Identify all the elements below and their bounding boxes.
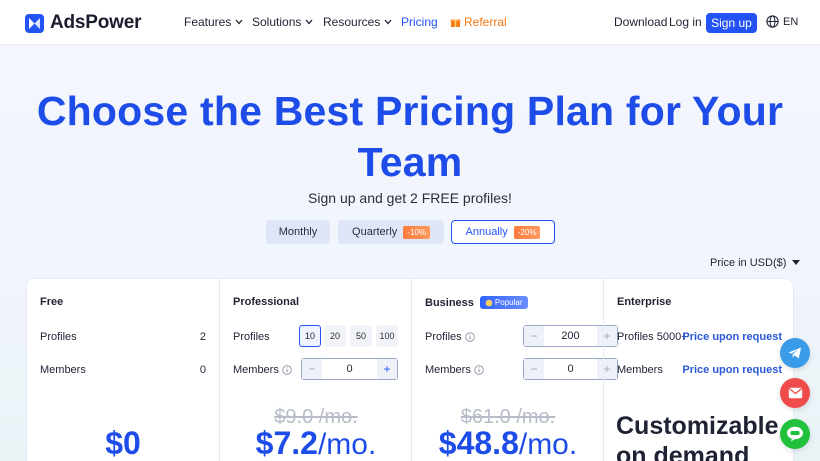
discount-badge: -10% [403, 225, 430, 239]
nav-referral[interactable]: Referral [450, 15, 507, 29]
profiles-label: Profiles [425, 331, 475, 343]
info-icon[interactable] [464, 332, 475, 342]
brand-name: AdsPower [50, 12, 142, 33]
profiles-price-request[interactable]: Price upon request [682, 331, 782, 343]
members-input[interactable]: 0 [544, 363, 597, 375]
plan-price-period: /mo. [518, 428, 578, 461]
discount-badge: -20% [513, 225, 541, 239]
profiles-label: Profiles [40, 331, 77, 343]
members-label-text: Members [425, 364, 471, 376]
currency-selector[interactable]: Price in USD($) [710, 257, 801, 269]
telegram-icon [788, 347, 801, 359]
globe-icon [766, 15, 779, 28]
profiles-value: 2 [199, 331, 206, 343]
mail-icon [788, 387, 802, 399]
nav-download[interactable]: Download [614, 15, 667, 29]
plan-price-period: /mo. [317, 428, 377, 461]
chevron-down-icon [235, 19, 243, 25]
popular-badge: Popular [479, 296, 528, 309]
profiles-label: Profiles [233, 331, 270, 343]
profile-preset-10[interactable]: 10 [299, 325, 321, 347]
decrement-button[interactable]: − [302, 359, 322, 379]
line-icon [787, 426, 803, 442]
members-label-text: Members [233, 364, 279, 376]
line-button[interactable] [780, 419, 810, 449]
hand-icon [485, 299, 493, 306]
members-value: 0 [199, 364, 206, 376]
info-icon[interactable] [474, 365, 484, 375]
plan-price: $7.2/mo. [220, 425, 412, 461]
nav-solutions[interactable]: Solutions [252, 15, 313, 29]
nav-solutions-label: Solutions [252, 15, 302, 29]
members-input[interactable]: 0 [322, 363, 377, 375]
profiles-label: Profiles 5000+ [617, 331, 688, 343]
gift-icon [450, 19, 461, 27]
currency-label: Price in USD($) [710, 257, 787, 269]
caret-down-icon [792, 260, 801, 265]
language-label: EN [783, 15, 799, 28]
nav-features[interactable]: Features [184, 15, 243, 29]
plan-name-text: Business [425, 296, 474, 309]
members-price-request[interactable]: Price upon request [682, 364, 782, 376]
plan-name: Free [40, 296, 64, 308]
profiles-label-text: Profiles [425, 331, 462, 343]
profile-preset-50[interactable]: 50 [350, 325, 372, 347]
logo[interactable]: AdsPower [25, 12, 142, 34]
language-selector[interactable]: EN [766, 15, 798, 28]
popular-badge-label: Popular [494, 298, 523, 307]
chevron-down-icon [384, 19, 392, 25]
plan-card-business: Business Popular Profiles − 200 + Member… [411, 279, 618, 461]
nav-referral-label: Referral [464, 15, 507, 29]
top-nav: AdsPower Features Solutions Resources Pr… [0, 0, 820, 45]
nav-login[interactable]: Log in [669, 15, 702, 29]
plan-card-enterprise: Enterprise Profiles 5000+ Price upon req… [603, 279, 795, 461]
signup-button[interactable]: Sign up [706, 13, 757, 33]
plan-name: Enterprise [617, 296, 672, 308]
billing-tab-label: Annually [465, 226, 508, 238]
custom-plan-line2: on demand [616, 442, 750, 461]
increment-button[interactable]: + [377, 359, 397, 379]
nav-resources-label: Resources [323, 15, 381, 29]
nav-pricing[interactable]: Pricing [401, 15, 438, 29]
billing-tab-quarterly[interactable]: Quarterly -10% [338, 220, 444, 244]
nav-features-label: Features [184, 15, 232, 29]
decrement-button[interactable]: − [524, 326, 544, 346]
chevron-down-icon [305, 19, 313, 25]
members-label: Members [233, 364, 292, 376]
billing-tab-label: Monthly [278, 226, 318, 238]
profile-preset-20[interactable]: 20 [324, 325, 346, 347]
members-label: Members [40, 364, 86, 376]
plan-name: Business Popular [425, 296, 528, 309]
page-title-line2: Team [357, 139, 463, 185]
plan-price: $0 [105, 425, 141, 461]
custom-plan-line1: Customizable [616, 412, 779, 440]
page-title-line1: Choose the Best Pricing Plan for Your [36, 88, 784, 134]
plan-price-amount: $7.2 [255, 425, 318, 461]
plan-card-professional: Professional Profiles 10 20 50 100 Membe… [219, 279, 411, 461]
page-subtitle: Sign up and get 2 FREE profiles! [308, 190, 512, 206]
telegram-button[interactable] [780, 338, 810, 368]
plan-card-free: Free Profiles 2 Members 0 $0 [27, 279, 219, 461]
custom-plan-text: Customizable on demand [616, 411, 806, 461]
info-icon[interactable] [282, 365, 292, 375]
pricing-cards: Free Profiles 2 Members 0 $0 Professiona… [26, 278, 794, 461]
billing-tab-annually[interactable]: Annually -20% [451, 220, 555, 244]
members-label: Members [425, 364, 484, 376]
plan-price-amount: $48.8 [438, 425, 519, 461]
email-button[interactable] [780, 378, 810, 408]
billing-tab-monthly[interactable]: Monthly [266, 220, 330, 244]
profile-preset-100[interactable]: 100 [376, 325, 398, 347]
nav-resources[interactable]: Resources [323, 15, 392, 29]
page-title: Choose the Best Pricing Plan for Your Te… [0, 86, 820, 188]
billing-tab-label: Quarterly [352, 226, 398, 238]
members-label: Members [617, 364, 663, 376]
adspower-logo-icon [25, 13, 44, 33]
plan-name: Professional [233, 296, 300, 308]
members-stepper: − 0 + [301, 358, 398, 380]
plan-price: $48.8/mo. [412, 425, 604, 461]
profiles-input[interactable]: 200 [544, 330, 597, 342]
decrement-button[interactable]: − [524, 359, 544, 379]
